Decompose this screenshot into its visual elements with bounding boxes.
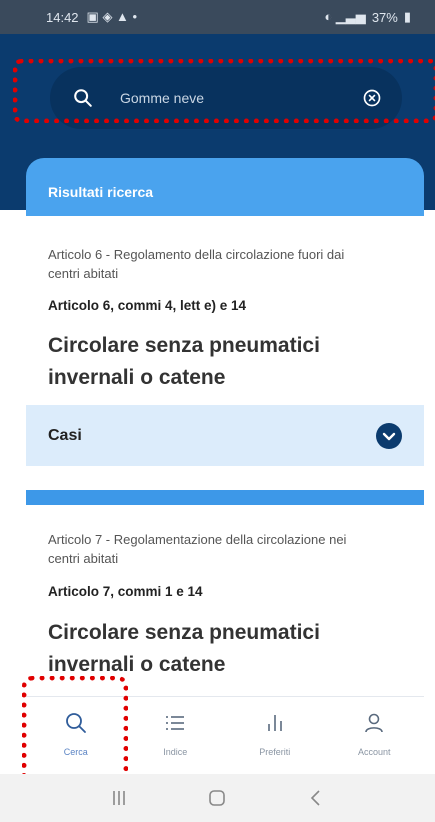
result-card-1[interactable]: Articolo 6 - Regolamento della circolazi…: [26, 216, 424, 405]
cases-accordion[interactable]: Casi: [26, 405, 424, 466]
user-icon: [365, 713, 384, 733]
back-icon[interactable]: [306, 788, 326, 808]
system-navigation-bar: [0, 774, 435, 822]
nav-item-indice[interactable]: Indice: [135, 697, 215, 757]
home-icon[interactable]: [207, 788, 227, 808]
article-reference: Articolo 6 - Regolamento della circolazi…: [48, 247, 345, 281]
battery-icon: ▮: [403, 9, 411, 24]
bottom-nav: Cerca Indice Preferiti Account: [26, 696, 424, 775]
search-box[interactable]: [50, 67, 402, 129]
result-title[interactable]: Circolare senza pneumatici invernali o c…: [48, 330, 408, 394]
list-icon: [166, 716, 185, 730]
nav-label-indice: Indice: [163, 747, 188, 757]
status-bar: 14:42 ▣ ◈ ▲ • ◐ ▁▃▅ 37% ▮: [0, 0, 435, 34]
clear-icon[interactable]: [362, 88, 382, 108]
article-reference: Articolo 7 - Regolamentazione della circ…: [48, 532, 347, 566]
results-banner: Risultati ricerca: [26, 158, 424, 216]
result-title[interactable]: Circolare senza pneumatici invernali o c…: [48, 617, 408, 681]
signal-icon: ◐ ▁▃▅: [324, 9, 366, 24]
notification-icons: ▣ ◈ ▲ •: [86, 9, 138, 24]
chevron-down-icon[interactable]: [376, 422, 402, 449]
nav-label-preferiti: Preferiti: [259, 747, 291, 757]
nav-label-cerca: Cerca: [63, 747, 88, 757]
section-separator: [26, 490, 424, 505]
article-subreference: Articolo 6, commi 4, lett e) e 14: [48, 298, 247, 313]
nav-item-cerca[interactable]: Cerca: [36, 697, 116, 757]
search-icon[interactable]: [72, 87, 94, 109]
recent-apps-icon[interactable]: [109, 788, 129, 808]
article-subreference: Articolo 7, commi 1 e 14: [48, 584, 203, 599]
results-title: Risultati ricerca: [48, 184, 154, 200]
search-icon: [65, 713, 86, 733]
search-input[interactable]: [118, 89, 362, 107]
nav-label-account: Account: [357, 747, 391, 757]
cases-label: Casi: [48, 426, 82, 444]
result-card-2[interactable]: Articolo 7 - Regolamentazione della circ…: [26, 505, 424, 696]
battery-text: 37%: [371, 9, 398, 25]
status-time: 14:42: [46, 9, 79, 25]
nav-item-preferiti[interactable]: Preferiti: [235, 697, 315, 757]
nav-item-account[interactable]: Account: [334, 697, 414, 757]
chart-icon: [267, 715, 282, 731]
